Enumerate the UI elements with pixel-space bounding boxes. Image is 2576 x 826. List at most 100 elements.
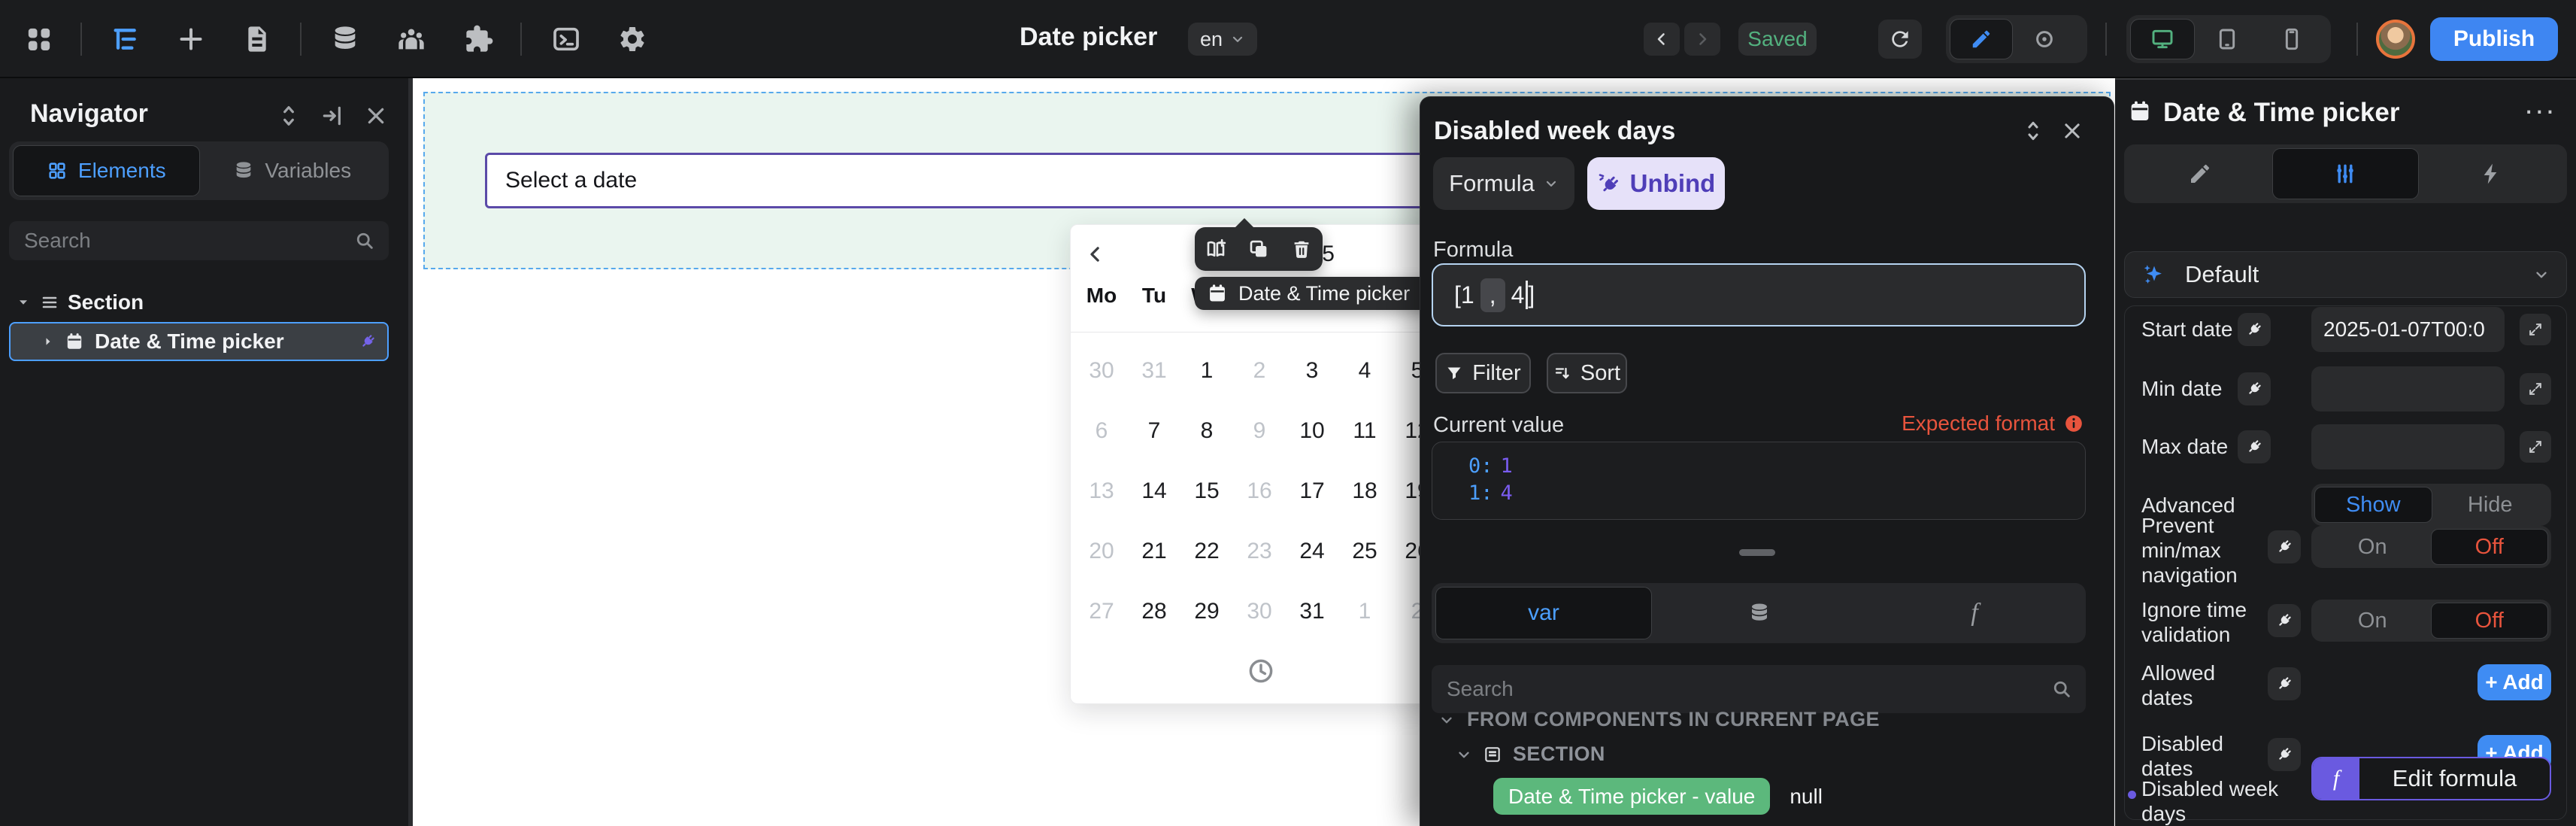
plus-icon[interactable] <box>176 24 206 54</box>
calendar-day[interactable]: 7 <box>1128 401 1180 461</box>
calendar-day[interactable]: 16 <box>1233 461 1286 521</box>
search-input[interactable] <box>9 229 354 253</box>
terminal-icon[interactable] <box>551 24 581 54</box>
calendar-day[interactable]: 2 <box>1233 341 1286 401</box>
calendar-day[interactable]: 21 <box>1128 521 1180 582</box>
expand-button[interactable] <box>2520 431 2551 463</box>
bind-button[interactable] <box>2238 430 2271 463</box>
calendar-day[interactable]: 1 <box>1338 582 1391 642</box>
calendar-day[interactable]: 10 <box>1286 401 1338 461</box>
calendar-day[interactable]: 20 <box>1075 521 1128 582</box>
desktop-breakpoint-button[interactable] <box>2130 19 2195 59</box>
group-from-components[interactable]: FROM COMPONENTS IN CURRENT PAGE <box>1438 708 1880 731</box>
calendar-day[interactable]: 8 <box>1180 401 1233 461</box>
preview-mode-button[interactable] <box>2013 19 2076 59</box>
previous-month-icon[interactable] <box>1084 243 1107 266</box>
binding-type-select[interactable]: Formula <box>1433 157 1574 210</box>
resize-drag-handle[interactable] <box>1739 549 1775 556</box>
min-date-input[interactable] <box>2311 366 2505 411</box>
calendar-day[interactable]: 23 <box>1233 521 1286 582</box>
calendar-day[interactable]: 30 <box>1075 341 1128 401</box>
close-icon[interactable] <box>2061 120 2084 142</box>
sort-button[interactable]: Sort <box>1547 353 1627 393</box>
tab-variables-source[interactable]: var <box>1435 587 1652 639</box>
calendar-day[interactable]: 13 <box>1075 461 1128 521</box>
expand-vertical-icon[interactable] <box>277 104 301 128</box>
on-option[interactable]: On <box>2314 603 2431 639</box>
on-option[interactable]: On <box>2314 529 2431 565</box>
expand-button[interactable] <box>2520 373 2551 405</box>
close-icon[interactable] <box>364 104 388 128</box>
tab-settings[interactable] <box>2272 148 2418 199</box>
unbind-button[interactable]: Unbind <box>1587 157 1725 210</box>
bind-button[interactable] <box>2268 738 2301 771</box>
apps-grid-icon[interactable] <box>24 24 54 54</box>
search-input[interactable] <box>1432 677 2051 701</box>
redo-button[interactable] <box>1684 23 1720 56</box>
calendar-day[interactable]: 24 <box>1286 521 1338 582</box>
tab-formula-source[interactable]: f <box>1867 587 2082 639</box>
tablet-breakpoint-button[interactable] <box>2195 19 2259 59</box>
calendar-day[interactable]: 14 <box>1128 461 1180 521</box>
state-select[interactable]: Default <box>2124 251 2567 298</box>
bind-button[interactable] <box>2268 604 2301 637</box>
tab-workflows[interactable] <box>2419 148 2563 199</box>
clock-icon[interactable] <box>1247 657 1275 685</box>
calendar-day[interactable]: 18 <box>1338 461 1391 521</box>
formula-editor[interactable]: [1 , 4 ] <box>1432 263 2086 326</box>
trash-icon[interactable] <box>1290 238 1313 260</box>
bind-button[interactable] <box>2238 313 2271 346</box>
user-avatar[interactable] <box>2376 20 2415 59</box>
start-date-input[interactable]: 2025-01-07T00:0 <box>2311 307 2505 352</box>
edit-formula-button[interactable]: f Edit formula <box>2311 757 2551 800</box>
calendar-day[interactable]: 6 <box>1075 401 1128 461</box>
sync-refresh-button[interactable] <box>1878 20 1922 59</box>
calendar-day[interactable]: 25 <box>1338 521 1391 582</box>
expected-format-link[interactable]: Expected format <box>1902 411 2084 436</box>
calendar-day[interactable]: 3 <box>1286 341 1338 401</box>
calendar-day[interactable]: 4 <box>1338 341 1391 401</box>
calendar-day[interactable]: 11 <box>1338 401 1391 461</box>
group-section[interactable]: SECTION <box>1456 742 1605 766</box>
settings-gear-icon[interactable] <box>617 24 647 54</box>
tab-variables[interactable]: Variables <box>200 145 386 196</box>
calendar-day[interactable]: 9 <box>1233 401 1286 461</box>
calendar-day[interactable]: 1 <box>1180 341 1233 401</box>
edit-mode-button[interactable] <box>1950 19 2013 59</box>
tab-data-source[interactable] <box>1652 587 1867 639</box>
add-allowed-date-button[interactable]: + Add <box>2478 664 2551 700</box>
community-icon[interactable] <box>396 24 426 54</box>
bind-button[interactable] <box>2238 372 2271 405</box>
calendar-day[interactable]: 31 <box>1286 582 1338 642</box>
phone-breakpoint-button[interactable] <box>2259 19 2324 59</box>
calendar-day[interactable]: 17 <box>1286 461 1338 521</box>
tree-item-date-time-picker[interactable]: Date & Time picker <box>9 322 389 361</box>
date-picker-value-pill[interactable]: Date & Time picker - value <box>1493 778 1770 815</box>
dock-right-icon[interactable] <box>320 104 344 128</box>
formula-comma-chip[interactable]: , <box>1480 278 1505 312</box>
navigator-tree-icon[interactable] <box>111 24 141 54</box>
calendar-day[interactable]: 15 <box>1180 461 1233 521</box>
undo-button[interactable] <box>1644 23 1680 56</box>
language-select[interactable]: en <box>1188 23 1257 56</box>
pages-icon[interactable] <box>242 24 272 54</box>
expand-button[interactable] <box>2520 314 2551 345</box>
duplicate-icon[interactable] <box>1247 238 1270 260</box>
tab-style[interactable] <box>2128 148 2272 199</box>
caret-right-icon[interactable] <box>41 334 56 349</box>
tree-item-section[interactable]: Section <box>15 289 144 316</box>
publish-button[interactable]: Publish <box>2430 17 2558 61</box>
calendar-day[interactable]: 29 <box>1180 582 1233 642</box>
database-icon[interactable] <box>330 24 360 54</box>
calendar-day[interactable]: 27 <box>1075 582 1128 642</box>
add-to-library-icon[interactable] <box>1205 238 1227 260</box>
plugin-icon[interactable] <box>464 24 494 54</box>
off-option[interactable]: Off <box>2431 603 2549 639</box>
bind-button[interactable] <box>2268 530 2301 563</box>
more-options-button[interactable]: ... <box>2525 87 2556 121</box>
off-option[interactable]: Off <box>2431 529 2549 565</box>
max-date-input[interactable] <box>2311 424 2505 469</box>
calendar-day[interactable]: 22 <box>1180 521 1233 582</box>
filter-button[interactable]: Filter <box>1435 353 1531 393</box>
expand-vertical-icon[interactable] <box>2022 120 2044 142</box>
